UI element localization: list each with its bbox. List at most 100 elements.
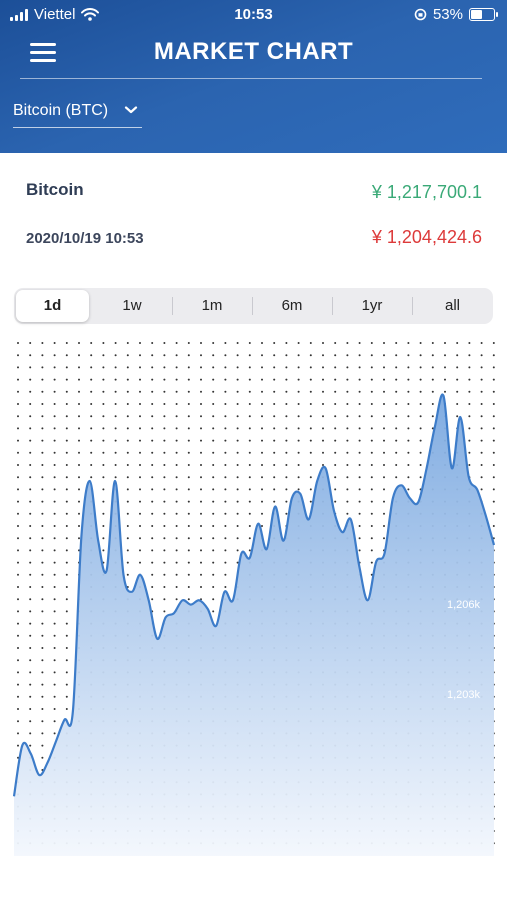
grid-dot: [102, 549, 105, 552]
grid-dot: [175, 598, 178, 601]
grid-dot: [358, 549, 361, 552]
grid-dot: [468, 354, 471, 357]
grid-dot: [261, 476, 263, 479]
grid-dot: [322, 415, 324, 418]
grid-dot: [126, 439, 129, 442]
grid-dot: [126, 451, 129, 454]
grid-dot: [90, 427, 93, 430]
grid-dot: [65, 354, 68, 357]
grid-dot: [334, 451, 337, 454]
grid-dot: [370, 390, 373, 393]
grid-dot: [492, 378, 495, 381]
grid-dot: [102, 451, 105, 454]
grid-dot: [78, 354, 80, 357]
price-chart[interactable]: 1,206k 1,203k: [0, 336, 507, 860]
grid-dot: [346, 512, 349, 515]
grid-dot: [41, 586, 44, 588]
grid-dot: [29, 488, 32, 491]
grid-dot: [102, 464, 105, 466]
tab-1d[interactable]: 1d: [16, 290, 89, 322]
grid-dot: [53, 561, 56, 564]
grid-dot: [346, 427, 349, 430]
grid-dot: [151, 500, 154, 503]
tab-all[interactable]: all: [414, 290, 491, 322]
grid-dot: [151, 598, 154, 601]
grid-dot: [163, 500, 166, 503]
grid-dot: [65, 500, 68, 503]
grid-dot: [224, 512, 227, 515]
grid-dot: [285, 354, 288, 357]
grid-dot: [29, 415, 32, 418]
grid-dot: [419, 464, 422, 466]
grid-dot: [29, 378, 32, 381]
grid-dot: [65, 512, 68, 515]
grid-dot: [236, 525, 239, 527]
grid-dot: [395, 415, 398, 418]
grid-dot: [431, 390, 434, 393]
grid-dot: [334, 354, 337, 357]
grid-dot: [29, 671, 32, 674]
grid-dot: [468, 415, 471, 418]
grid-dot: [492, 439, 495, 442]
grid-dot: [212, 427, 215, 430]
grid-dot: [468, 342, 471, 344]
tab-1w[interactable]: 1w: [94, 290, 170, 322]
grid-dot: [358, 476, 361, 479]
grid-dot: [370, 549, 373, 552]
grid-dot: [65, 464, 68, 466]
grid-dot: [29, 561, 32, 564]
tab-1m[interactable]: 1m: [174, 290, 250, 322]
grid-dot: [273, 488, 276, 491]
grid-dot: [53, 708, 56, 710]
grid-dot: [41, 683, 44, 686]
grid-dot: [41, 634, 44, 637]
grid-dot: [65, 561, 68, 564]
grid-dot: [53, 525, 56, 527]
grid-dot: [285, 415, 288, 418]
grid-dot: [102, 415, 105, 418]
grid-dot: [151, 561, 154, 564]
grid-dot: [175, 427, 178, 430]
coin-selector-dropdown[interactable]: Bitcoin (BTC): [13, 99, 142, 128]
grid-dot: [29, 366, 32, 369]
tab-6m[interactable]: 6m: [254, 290, 330, 322]
grid-dot: [444, 354, 446, 357]
grid-dot: [370, 476, 373, 479]
grid-dot: [17, 549, 19, 552]
grid-dot: [151, 573, 154, 576]
grid-dot: [273, 439, 276, 442]
grid-dot: [309, 488, 312, 491]
grid-dot: [151, 342, 154, 344]
grid-dot: [383, 488, 385, 491]
grid-dot: [273, 427, 276, 430]
grid-dot: [163, 390, 166, 393]
grid-dot: [346, 439, 349, 442]
grid-dot: [17, 561, 19, 564]
grid-dot: [431, 415, 434, 418]
grid-dot: [407, 427, 410, 430]
grid-dot: [285, 476, 288, 479]
grid-dot: [151, 464, 154, 466]
grid-dot: [126, 500, 129, 503]
grid-dot: [224, 488, 227, 491]
grid-dot: [309, 415, 312, 418]
grid-dot: [41, 464, 44, 466]
grid-dot: [224, 451, 227, 454]
grid-dot: [126, 512, 129, 515]
grid-dot: [261, 488, 263, 491]
grid-dot: [139, 378, 141, 381]
grid-dot: [29, 695, 32, 698]
grid-dot: [200, 451, 202, 454]
grid-dot: [297, 415, 300, 418]
grid-dot: [212, 342, 215, 344]
grid-dot: [163, 403, 166, 405]
grid-dot: [358, 415, 361, 418]
tab-1yr[interactable]: 1yr: [334, 290, 410, 322]
grid-dot: [114, 439, 117, 442]
grid-dot: [297, 464, 300, 466]
grid-dot: [53, 598, 56, 601]
grid-dot: [492, 512, 495, 515]
grid-dot: [65, 659, 68, 662]
grid-dot: [17, 512, 19, 515]
grid-dot: [41, 549, 44, 552]
